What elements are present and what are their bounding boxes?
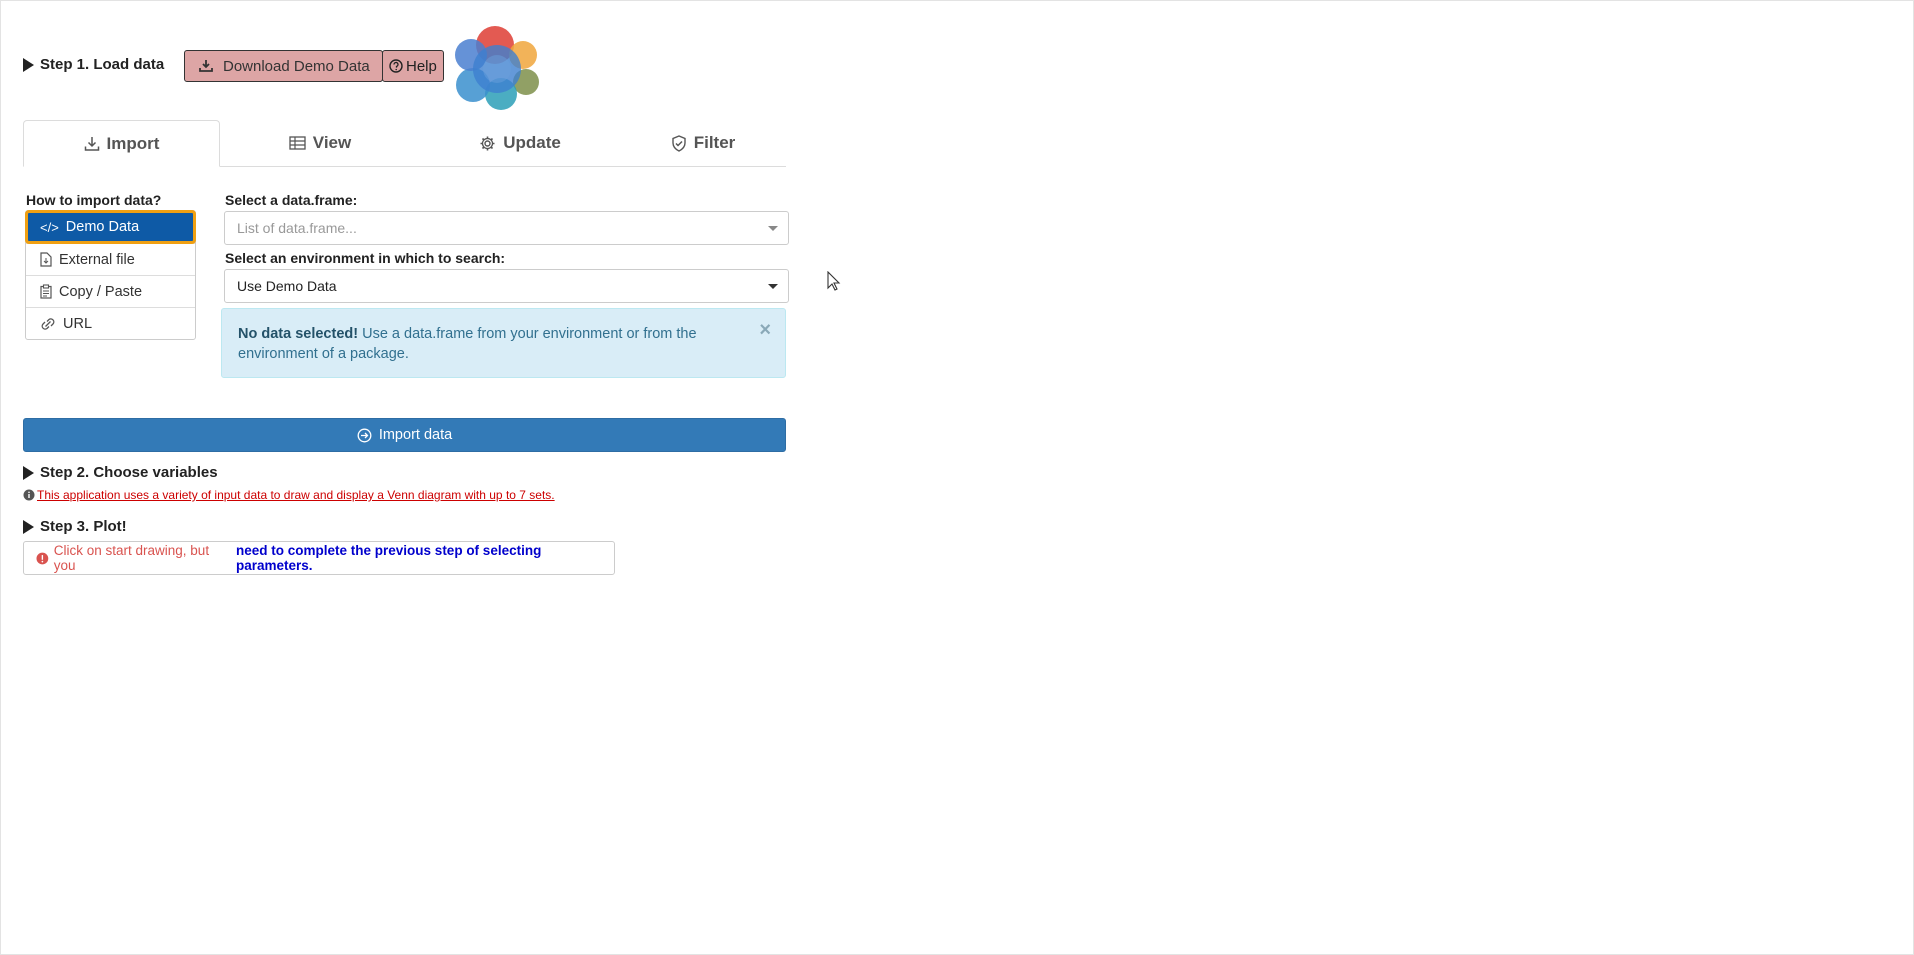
warning-red-text: Click on start drawing, but you xyxy=(53,543,210,573)
question-circle-icon xyxy=(389,59,403,73)
alert-bold-text: No data selected! xyxy=(238,326,359,342)
how-to-import-label: How to import data? xyxy=(26,192,162,208)
link-icon xyxy=(41,317,55,330)
dataframe-placeholder: List of data.frame... xyxy=(237,220,357,236)
download-demo-button[interactable]: Download Demo Data xyxy=(184,50,383,82)
code-icon: </> xyxy=(40,219,59,235)
environment-select[interactable]: Use Demo Data xyxy=(224,269,789,303)
expand-triangle-icon xyxy=(23,465,34,480)
step2-title-text: Step 2. Choose variables xyxy=(40,464,218,481)
gear-icon xyxy=(480,136,495,150)
venn-info-link[interactable]: This application uses a variety of input… xyxy=(23,488,555,502)
mouse-cursor-icon xyxy=(827,271,841,291)
table-icon xyxy=(289,136,306,150)
environment-label: Select an environment in which to search… xyxy=(225,250,506,266)
step3-title-text: Step 3. Plot! xyxy=(40,518,127,535)
tab-filter[interactable]: Filter xyxy=(620,120,786,166)
import-data-button[interactable]: Import data xyxy=(23,418,786,452)
venn-logo xyxy=(455,26,539,110)
import-data-label: Import data xyxy=(378,427,453,443)
venn-info-text: This application uses a variety of input… xyxy=(37,488,555,502)
step1-title-text: Step 1. Load data xyxy=(40,56,165,73)
plot-warning-box: Click on start drawing, but you need to … xyxy=(23,541,615,575)
tab-update-label: Update xyxy=(503,133,561,152)
expand-triangle-icon xyxy=(23,57,34,72)
download-icon xyxy=(199,60,213,72)
tab-view[interactable]: View xyxy=(220,120,420,166)
method-url-label: URL xyxy=(63,315,93,332)
warning-blue-text: need to complete the previous step of se… xyxy=(236,543,542,573)
method-external-file[interactable]: External file xyxy=(26,243,195,275)
dataframe-select[interactable]: List of data.frame... xyxy=(224,211,789,245)
tab-view-label: View xyxy=(312,133,352,152)
step2-title[interactable]: Step 2. Choose variables xyxy=(23,464,218,481)
method-external-file-label: External file xyxy=(59,251,135,268)
tab-import-label: Import xyxy=(106,133,160,153)
method-copy-paste-label: Copy / Paste xyxy=(59,283,143,300)
shield-check-icon xyxy=(672,134,686,152)
exclamation-circle-icon xyxy=(36,552,49,564)
file-icon xyxy=(40,252,52,267)
method-url[interactable]: URL xyxy=(26,307,195,339)
import-tabs: Import View Update Filter xyxy=(23,120,786,167)
tab-update[interactable]: Update xyxy=(420,120,620,166)
method-demo-data[interactable]: </> Demo Data xyxy=(25,210,196,244)
tab-filter-label: Filter xyxy=(693,133,736,152)
tab-import[interactable]: Import xyxy=(23,120,220,167)
chevron-down-icon xyxy=(768,225,778,231)
method-demo-data-label: Demo Data xyxy=(65,219,140,235)
import-method-list: </> Demo Data External file Copy / Paste… xyxy=(25,210,196,340)
expand-triangle-icon xyxy=(23,519,34,534)
step3-title[interactable]: Step 3. Plot! xyxy=(23,518,127,535)
environment-value: Use Demo Data xyxy=(237,278,337,294)
help-button[interactable]: Help xyxy=(382,50,444,82)
chevron-down-icon xyxy=(768,283,778,289)
download-demo-label: Download Demo Data xyxy=(223,57,370,75)
close-icon[interactable]: × xyxy=(759,320,771,340)
info-circle-icon xyxy=(23,489,35,501)
method-copy-paste[interactable]: Copy / Paste xyxy=(26,275,195,307)
arrow-circle-right-icon xyxy=(357,428,372,442)
dataframe-label: Select a data.frame: xyxy=(225,192,358,208)
no-data-alert: No data selected! Use a data.frame from … xyxy=(221,308,786,378)
clipboard-icon xyxy=(40,284,52,299)
download-icon xyxy=(84,136,99,151)
step1-title[interactable]: Step 1. Load data xyxy=(23,56,164,73)
help-label: Help xyxy=(406,57,437,75)
